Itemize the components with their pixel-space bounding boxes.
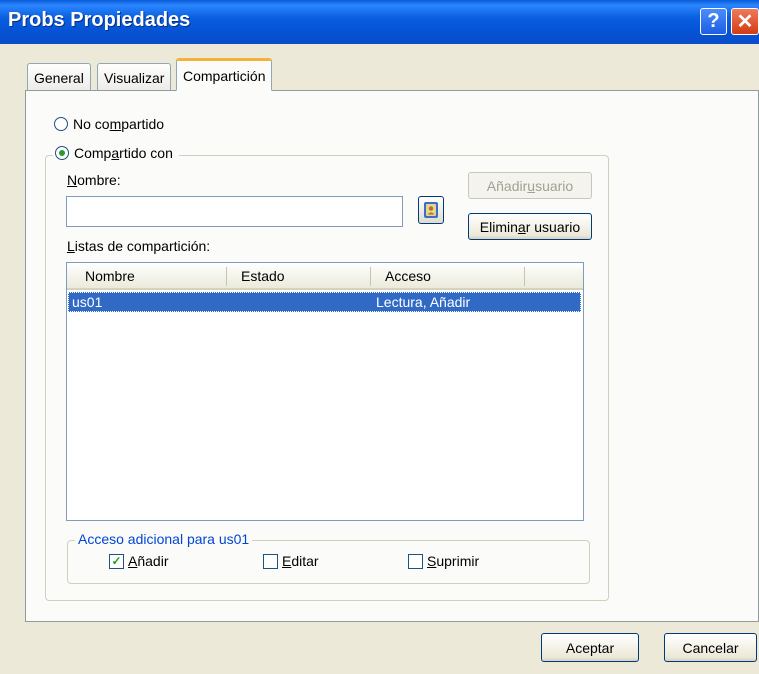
tab-comparticion[interactable]: Compartición [176, 58, 273, 91]
checkbox-add[interactable]: ✓ [109, 553, 124, 569]
column-divider[interactable] [226, 267, 227, 286]
cancel-button[interactable]: Cancelar [664, 633, 757, 662]
accept-button[interactable]: Aceptar [541, 633, 639, 662]
column-divider[interactable] [370, 267, 371, 286]
tab-general[interactable]: General [27, 63, 91, 91]
edit-permission-label: Editar [282, 553, 319, 569]
column-estado[interactable]: Estado [241, 268, 285, 284]
column-nombre[interactable]: Nombre [85, 268, 135, 284]
not-shared-option[interactable]: No compartido [54, 116, 164, 132]
not-shared-label: No compartido [73, 116, 165, 132]
share-list-label: Listas de compartición: [67, 238, 211, 254]
shared-with-option[interactable]: Compartido con [53, 145, 179, 161]
delete-permission[interactable]: Suprimir [408, 553, 479, 569]
add-permission[interactable]: ✓ Añadir [109, 553, 168, 569]
table-row[interactable]: us01 Lectura, Añadir [68, 292, 581, 312]
list-header: Nombre Estado Acceso [67, 263, 583, 290]
address-book-button[interactable] [418, 196, 444, 224]
column-acceso[interactable]: Acceso [385, 268, 431, 284]
checkbox-delete[interactable] [408, 553, 423, 569]
title-bar: Probs Propiedades ? ✕ [0, 0, 759, 44]
radio-not-shared[interactable] [54, 117, 68, 131]
add-user-button[interactable]: Añadir u suario [468, 172, 592, 199]
add-permission-label: Añadir [128, 553, 169, 569]
row-name: us01 [72, 294, 103, 310]
radio-shared-with[interactable] [55, 146, 69, 160]
remove-user-button[interactable]: Elimin a r usuario [468, 213, 592, 240]
window-title: Probs Propiedades [8, 9, 191, 31]
row-access: Lectura, Añadir [376, 294, 471, 310]
share-list[interactable]: Nombre Estado Acceso us01 Lectura, Añadi… [66, 262, 584, 521]
tab-visualizar[interactable]: Visualizar [97, 63, 172, 91]
column-divider[interactable] [524, 267, 525, 286]
delete-permission-label: Suprimir [427, 553, 480, 569]
edit-permission[interactable]: Editar [263, 553, 319, 569]
additional-access-legend: Acceso adicional para us01 [75, 531, 253, 547]
name-input[interactable] [66, 196, 403, 227]
name-label: Nombre: [67, 172, 121, 188]
shared-with-label: Compartido con [74, 145, 173, 161]
checkbox-edit[interactable] [263, 553, 278, 569]
close-icon[interactable]: ✕ [731, 8, 759, 35]
address-book-icon [424, 202, 438, 218]
help-icon[interactable]: ? [700, 8, 727, 35]
